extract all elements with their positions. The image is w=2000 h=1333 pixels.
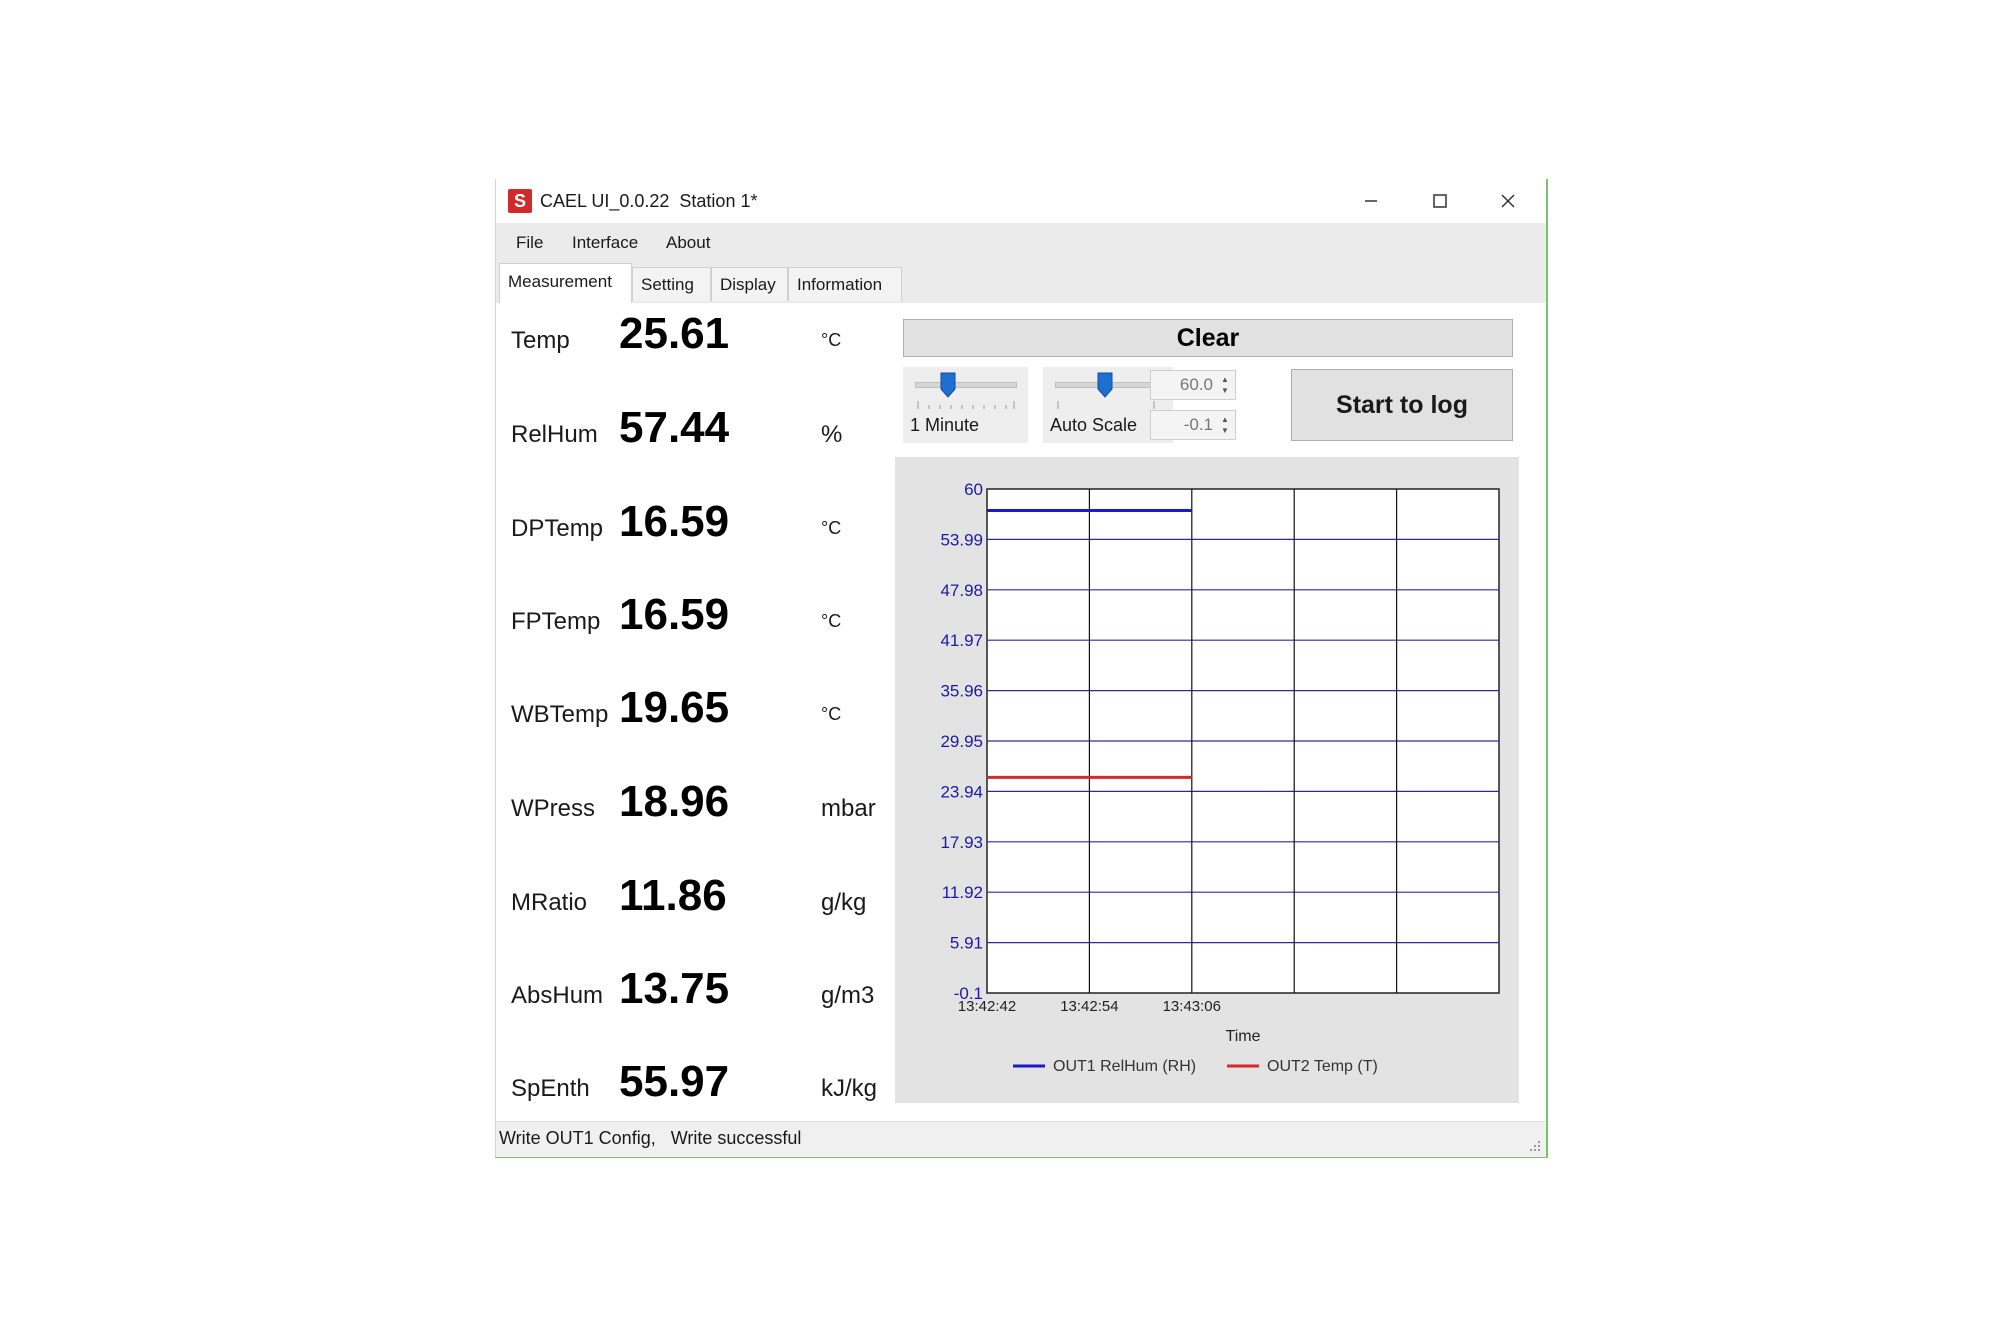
measurement-label: Temp (511, 327, 570, 354)
max-value: 60.0 (1179, 375, 1213, 394)
tab-strip: Measurement Setting Display Information (496, 263, 1546, 303)
tab-display[interactable]: Display (711, 267, 788, 301)
y-tick-label: 29.95 (940, 732, 983, 751)
menu-bar: File Interface About (496, 223, 1546, 263)
measurement-value: 16.59 (619, 497, 730, 546)
spin-arrows-icon[interactable]: ▲ ▼ (1219, 374, 1231, 396)
time-range-slider[interactable]: 1 Minute (903, 367, 1028, 443)
legend-label: OUT1 RelHum (RH) (1053, 1058, 1196, 1075)
measurement-panel: Temp 25.61 °C RelHum 57.44 % DPTemp 16.5… (496, 303, 1546, 1121)
measurement-value: 16.59 (619, 590, 730, 639)
measurement-value: 13.75 (619, 964, 730, 1013)
line-chart: 60 53.99 47.98 41.97 35.96 29.95 23.94 17.93 11.… (940, 480, 1500, 1075)
menu-file[interactable]: File (516, 233, 543, 253)
slider-thumb[interactable] (940, 372, 956, 398)
tab-information[interactable]: Information (788, 267, 902, 301)
measurement-row-spenth: SpEnth 55.97 kJ/kg (511, 1053, 911, 1113)
measurement-row-abshum: AbsHum 13.75 g/m3 (511, 960, 911, 1020)
measurement-unit: % (821, 421, 843, 448)
measurement-unit: °C (821, 518, 842, 538)
measurement-unit: °C (821, 704, 842, 724)
minimize-icon (1365, 200, 1377, 202)
title-bar[interactable]: S CAEL UI_0.0.22 Station 1* (496, 179, 1546, 223)
slider-ticks (1057, 401, 1155, 409)
close-icon (1501, 194, 1515, 208)
legend-label: OUT2 Temp (T) (1267, 1058, 1378, 1075)
min-value-spinbox[interactable]: -0.1 ▲ ▼ (1150, 410, 1236, 440)
y-tick-label: 35.96 (940, 682, 983, 701)
app-logo-icon: S (508, 189, 532, 213)
measurement-value: 57.44 (619, 403, 730, 452)
tab-setting[interactable]: Setting (632, 267, 711, 301)
y-tick-label: 23.94 (940, 782, 983, 801)
measurement-label: RelHum (511, 421, 598, 448)
y-tick-label: 5.91 (950, 934, 983, 953)
x-tick-label: 13:43:06 (1163, 998, 1221, 1015)
measurement-row-dptemp: DPTemp 16.59 °C (511, 493, 911, 553)
window-title: CAEL UI_0.0.22 Station 1* (540, 191, 758, 211)
measurement-label: WBTemp (511, 701, 609, 728)
slider-ticks (917, 401, 1015, 409)
status-bar: Write OUT1 Config, Write successful (496, 1121, 1546, 1157)
measurement-value: 18.96 (619, 777, 730, 826)
y-tick-label: 60 (964, 480, 983, 499)
chart-panel: 60 53.99 47.98 41.97 35.96 29.95 23.94 17.93 11.… (895, 457, 1519, 1103)
menu-about[interactable]: About (666, 233, 710, 253)
measurement-row-mratio: MRatio 11.86 g/kg (511, 867, 911, 927)
measurement-value: 55.97 (619, 1057, 730, 1106)
y-tick-label: 11.92 (942, 883, 983, 902)
measurement-value: 19.65 (619, 683, 730, 732)
x-tick-label: 13:42:42 (958, 998, 1016, 1015)
tab-measurement[interactable]: Measurement (499, 263, 632, 303)
measurement-row-temp: Temp 25.61 °C (511, 305, 911, 365)
y-tick-label: 53.99 (940, 530, 983, 549)
measurement-label: DPTemp (511, 515, 604, 542)
measurement-row-wbtemp: WBTemp 19.65 °C (511, 679, 911, 739)
measurement-unit: kJ/kg (821, 1075, 878, 1102)
start-log-button[interactable]: Start to log (1291, 369, 1513, 441)
maximize-button[interactable] (1420, 185, 1460, 217)
measurement-value: 25.61 (619, 309, 730, 358)
min-value: -0.1 (1183, 415, 1213, 434)
measurement-unit: g/kg (821, 889, 867, 916)
measurement-label: AbsHum (511, 982, 604, 1009)
menu-interface[interactable]: Interface (572, 233, 638, 253)
measurement-value: 11.86 (619, 871, 727, 920)
measurement-unit: g/m3 (821, 982, 875, 1009)
measurement-row-wpress: WPress 18.96 mbar (511, 773, 911, 833)
maximize-icon (1433, 194, 1447, 208)
y-tick-label: 17.93 (940, 833, 983, 852)
max-value-spinbox[interactable]: 60.0 ▲ ▼ (1150, 370, 1236, 400)
measurement-label: FPTemp (511, 608, 601, 635)
x-tick-label: 13:42:54 (1060, 998, 1118, 1015)
status-message: Write OUT1 Config, Write successful (499, 1128, 802, 1148)
scale-label: Auto Scale (1050, 415, 1138, 435)
measurement-row-relhum: RelHum 57.44 % (511, 399, 911, 459)
measurement-label: WPress (511, 795, 595, 822)
measurement-row-fptemp: FPTemp 16.59 °C (511, 586, 911, 646)
measurement-unit: °C (821, 611, 842, 631)
close-button[interactable] (1488, 185, 1528, 217)
measurement-unit: °C (821, 330, 842, 350)
resize-grip-icon[interactable] (1528, 1139, 1542, 1153)
app-window: S CAEL UI_0.0.22 Station 1* File Interfa… (495, 179, 1548, 1158)
clear-button[interactable]: Clear (903, 319, 1513, 357)
y-tick-label: 47.98 (940, 581, 983, 600)
minimize-button[interactable] (1351, 185, 1391, 217)
measurement-unit: mbar (821, 795, 876, 822)
spin-arrows-icon[interactable]: ▲ ▼ (1219, 414, 1231, 436)
measurement-label: MRatio (511, 889, 588, 916)
slider-thumb[interactable] (1097, 372, 1113, 398)
measurement-label: SpEnth (511, 1075, 590, 1102)
slider-track (915, 382, 1017, 388)
time-range-label: 1 Minute (910, 415, 980, 435)
y-tick-label: 41.97 (940, 631, 983, 650)
x-axis-label: Time (1226, 1028, 1261, 1045)
